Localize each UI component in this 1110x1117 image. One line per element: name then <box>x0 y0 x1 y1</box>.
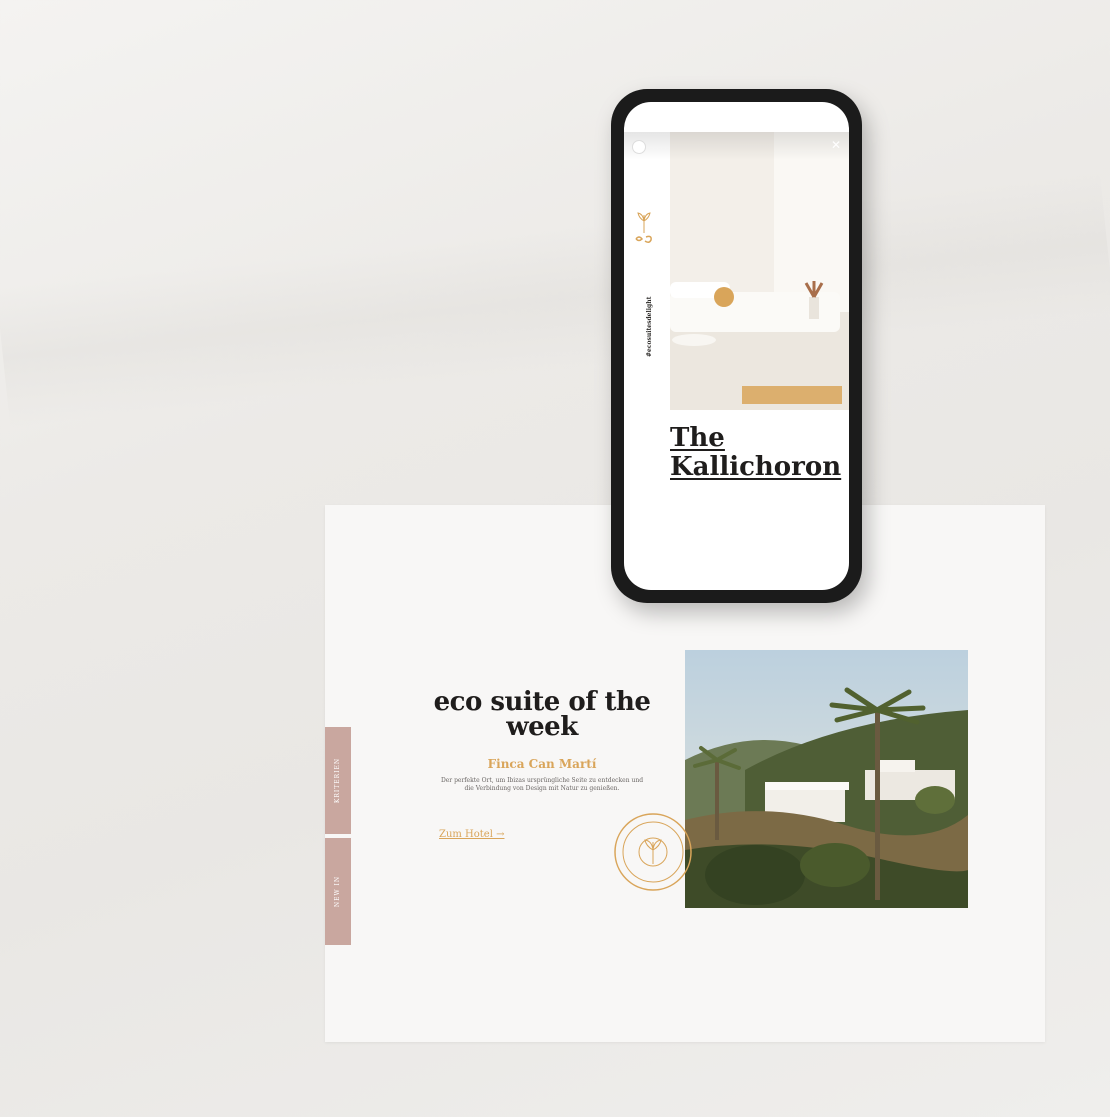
side-tab-new-in[interactable]: NEW IN <box>325 838 351 945</box>
phone-screen: ✕ #ecosuitesdelight The Kallichoron <box>624 102 849 590</box>
to-hotel-link[interactable]: Zum Hotel → <box>439 829 504 840</box>
story-header <box>624 132 849 160</box>
headline: eco suite of the week <box>433 687 651 742</box>
side-tab-label: NEW IN <box>334 875 342 908</box>
story-title: The Kallichoron <box>670 424 845 482</box>
eco-seal-icon <box>613 812 693 892</box>
story-title-line: The <box>670 423 725 453</box>
phone-mockup: ✕ #ecosuitesdelight The Kallichoron <box>611 89 862 603</box>
hotel-name: Finca Can Martí <box>487 757 597 771</box>
interior-room-photo <box>624 132 849 410</box>
close-icon[interactable]: ✕ <box>831 138 841 152</box>
story-title-line: Kallichoron <box>670 452 842 482</box>
hashtag: #ecosuitesdelight <box>646 296 653 357</box>
es-plant-logo-icon <box>632 207 656 247</box>
side-tab-kriterien[interactable]: KRITERIEN <box>325 727 351 834</box>
background-shadow <box>0 172 1110 428</box>
villa-palm-photo <box>685 650 968 908</box>
avatar[interactable] <box>632 140 646 154</box>
caption-tag <box>742 386 842 404</box>
side-tab-label: KRITERIEN <box>334 757 342 804</box>
description: Der perfekte Ort, um Ibizas ursprünglich… <box>440 777 644 792</box>
